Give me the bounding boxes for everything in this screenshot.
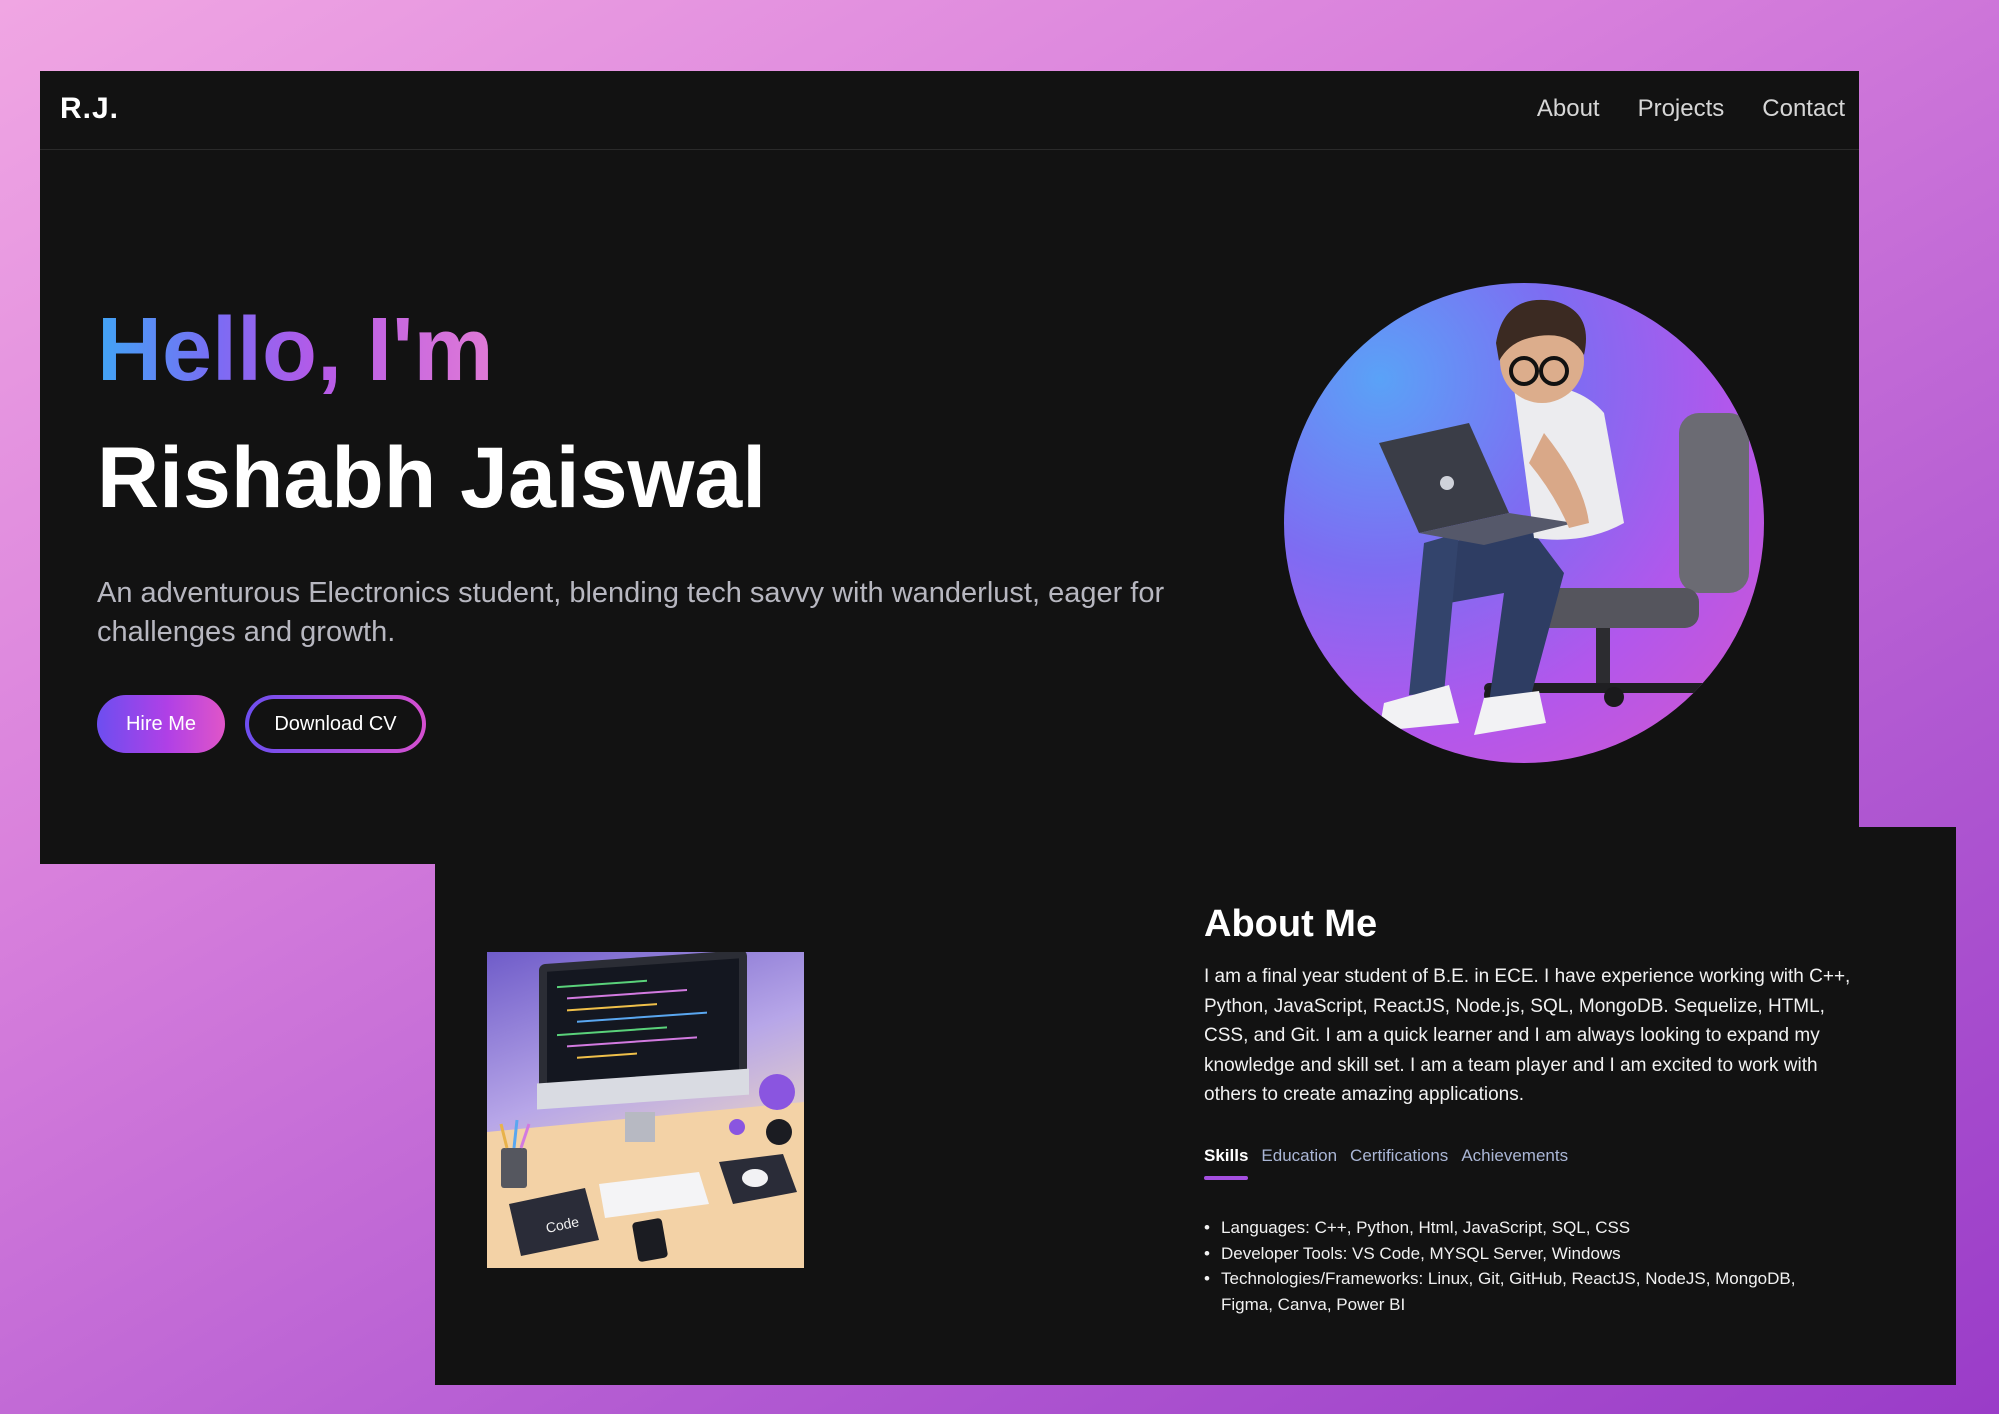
list-item: Developer Tools: VS Code, MYSQL Server, …: [1204, 1241, 1852, 1267]
list-item: Technologies/Frameworks: Linux, Git, Git…: [1204, 1266, 1852, 1317]
nav-link-projects[interactable]: Projects: [1638, 95, 1725, 123]
nav-link-about[interactable]: About: [1537, 95, 1600, 123]
profile-avatar: [1284, 283, 1764, 763]
download-cv-button[interactable]: Download CV: [245, 695, 426, 753]
tab-education[interactable]: Education: [1261, 1146, 1337, 1166]
tab-skills[interactable]: Skills: [1204, 1146, 1249, 1180]
skills-list: Languages: C++, Python, Html, JavaScript…: [1204, 1215, 1852, 1317]
hero-name: Rishabh Jaiswal: [97, 430, 767, 526]
about-text: I am a final year student of B.E. in ECE…: [1204, 966, 1851, 1105]
developer-illustration: [1379, 299, 1749, 735]
tab-certifications[interactable]: Certifications: [1350, 1146, 1448, 1166]
hire-me-button[interactable]: Hire Me: [97, 695, 225, 753]
hero-tagline: An adventurous Electronics student, blen…: [97, 577, 1165, 648]
desk-setup-image: Code: [487, 952, 804, 1268]
list-item: Languages: C++, Python, Html, JavaScript…: [1204, 1215, 1852, 1241]
about-heading: About Me: [1204, 903, 1378, 945]
about-tabs: Skills Education Certifications Achievem…: [1204, 1146, 1568, 1180]
nav-link-contact[interactable]: Contact: [1762, 95, 1845, 123]
logo[interactable]: R.J.: [60, 92, 119, 126]
hero-greeting: Hello, I'm: [97, 300, 494, 400]
navbar: R.J. About Projects Contact: [40, 71, 1859, 150]
tab-achievements[interactable]: Achievements: [1461, 1146, 1568, 1166]
hero-panel: R.J. About Projects Contact Hello, I'm R…: [40, 71, 1859, 864]
nav-links: About Projects Contact: [1537, 95, 1845, 123]
about-panel: Code About Me I am a final year student …: [435, 827, 1956, 1385]
desk-setup-illustration: Code: [487, 952, 804, 1268]
